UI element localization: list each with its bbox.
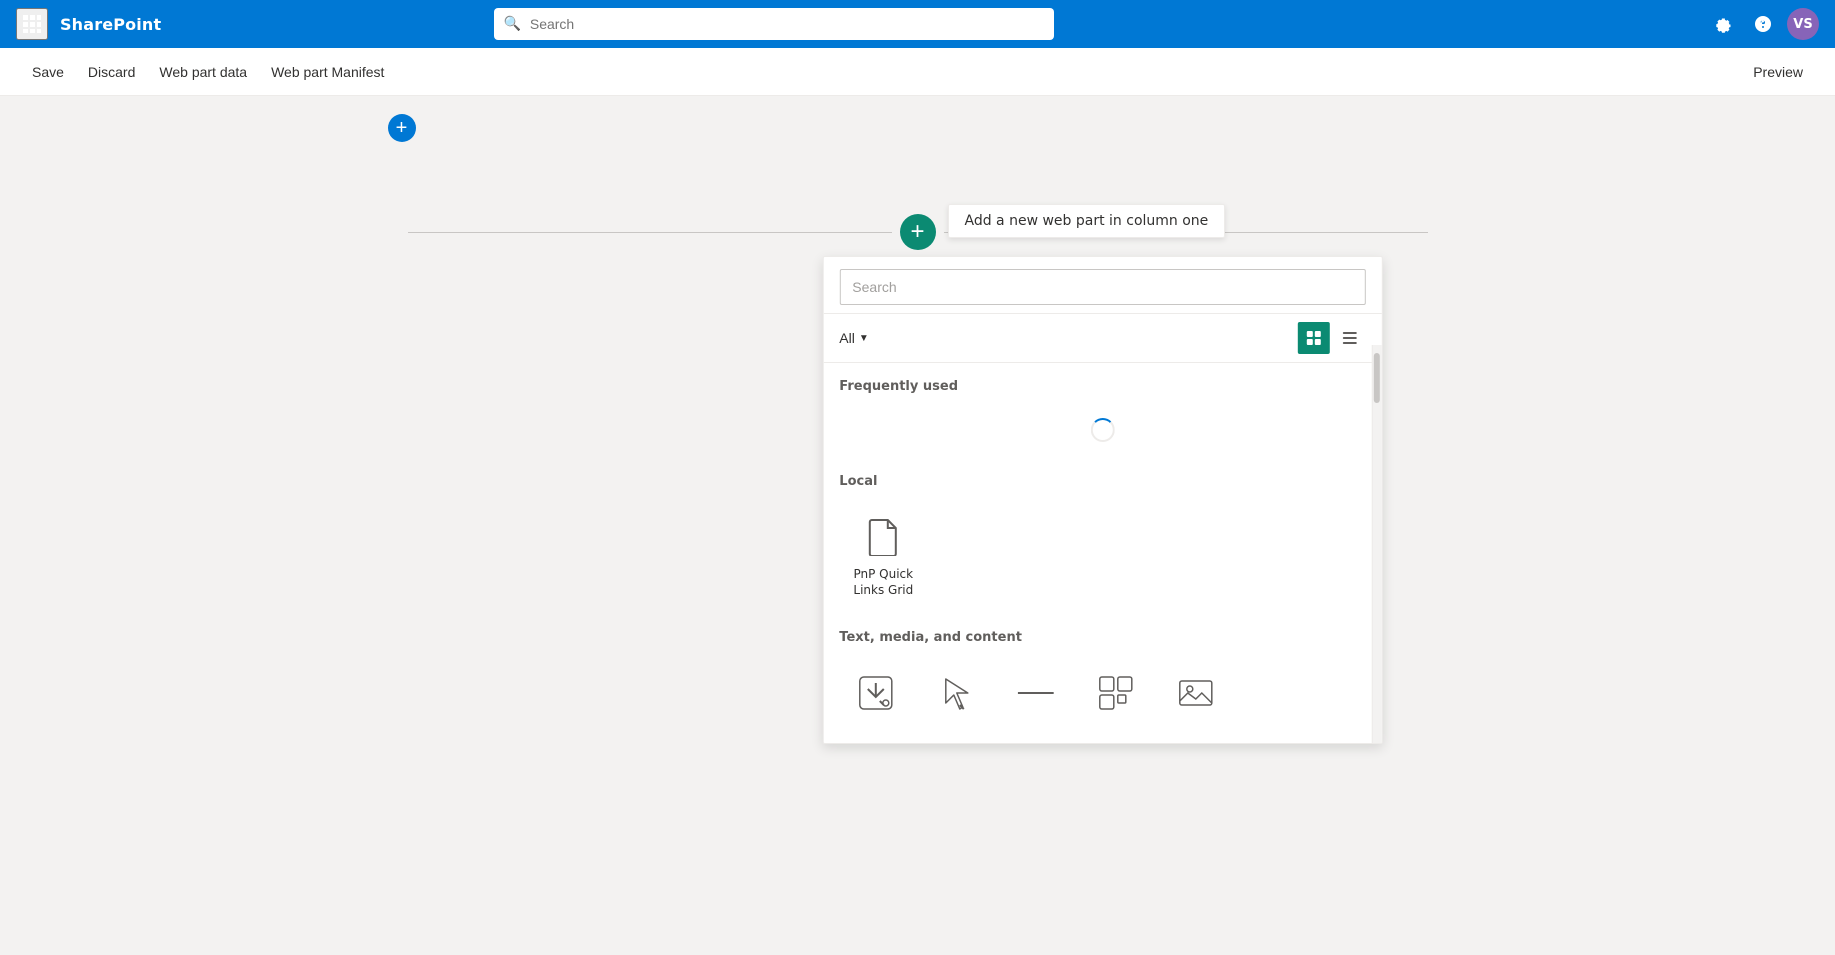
frequently-used-title: Frequently used — [823, 363, 1381, 402]
picker-scrollbar-thumb — [1374, 353, 1380, 403]
picker-item-grid[interactable] — [1079, 661, 1151, 731]
grid-view-button[interactable] — [1297, 322, 1329, 354]
main-content-area: + + Add a new web part in column one All… — [0, 96, 1835, 955]
loading-spinner-area — [823, 402, 1381, 458]
divider-icon — [1011, 669, 1059, 717]
text-media-items-row — [823, 653, 1381, 743]
filter-all-button[interactable]: All ▼ — [839, 330, 868, 346]
picker-item-pnp[interactable]: PnP Quick Links Grid — [839, 505, 927, 606]
button1-icon — [851, 669, 899, 717]
save-button[interactable]: Save — [20, 54, 76, 90]
text-media-section: Text, media, and content — [823, 614, 1381, 743]
nav-search-input[interactable] — [494, 8, 1054, 40]
preview-button[interactable]: Preview — [1741, 58, 1815, 86]
filter-chevron-icon: ▼ — [859, 333, 869, 344]
picker-item-button1[interactable] — [839, 661, 911, 731]
picker-content-area: Frequently used Local — [823, 363, 1381, 743]
add-webpart-tooltip: Add a new web part in column one — [948, 204, 1226, 238]
cursor-icon — [931, 669, 979, 717]
pnp-item-icon — [859, 513, 907, 561]
picker-item-image[interactable] — [1159, 661, 1231, 731]
add-row-top-button[interactable]: + — [388, 114, 416, 142]
grid-icon — [1091, 669, 1139, 717]
add-row-section-button-area: + — [388, 114, 416, 142]
picker-search-row — [823, 257, 1381, 314]
local-section: Local PnP Quick Links Grid — [823, 458, 1381, 614]
image-icon — [1171, 669, 1219, 717]
picker-item-divider[interactable] — [999, 661, 1071, 731]
nav-search-container: 🔍 — [494, 8, 1054, 40]
picker-filter-row: All ▼ — [823, 314, 1381, 363]
pnp-item-label: PnP Quick Links Grid — [847, 567, 919, 598]
discard-button[interactable]: Discard — [76, 54, 147, 90]
picker-item-cursor[interactable] — [919, 661, 991, 731]
web-part-manifest-button[interactable]: Web part Manifest — [259, 54, 396, 90]
nav-right-area: VS — [1707, 8, 1819, 40]
user-avatar[interactable]: VS — [1787, 8, 1819, 40]
local-section-title: Local — [823, 458, 1381, 497]
webpart-picker-panel: All ▼ — [822, 256, 1382, 744]
picker-scrollbar[interactable] — [1371, 345, 1381, 743]
list-view-button[interactable] — [1333, 322, 1365, 354]
section-divider: + — [408, 214, 1428, 250]
settings-icon-button[interactable] — [1707, 8, 1739, 40]
top-nav-bar: SharePoint 🔍 VS — [0, 0, 1835, 48]
text-media-title: Text, media, and content — [823, 614, 1381, 653]
waffle-menu-button[interactable] — [16, 8, 48, 40]
picker-filter-left: All ▼ — [839, 330, 868, 346]
loading-spinner — [1090, 418, 1114, 442]
picker-search-input[interactable] — [839, 269, 1365, 305]
add-webpart-plus-button[interactable]: + — [900, 214, 936, 250]
divider-line-left — [408, 232, 892, 233]
frequently-used-section: Frequently used — [823, 363, 1381, 458]
web-part-data-button[interactable]: Web part data — [147, 54, 259, 90]
local-items-grid: PnP Quick Links Grid — [823, 497, 1381, 614]
help-icon-button[interactable] — [1747, 8, 1779, 40]
picker-view-buttons — [1297, 322, 1365, 354]
app-logo: SharePoint — [60, 15, 161, 34]
toolbar: Save Discard Web part data Web part Mani… — [0, 48, 1835, 96]
